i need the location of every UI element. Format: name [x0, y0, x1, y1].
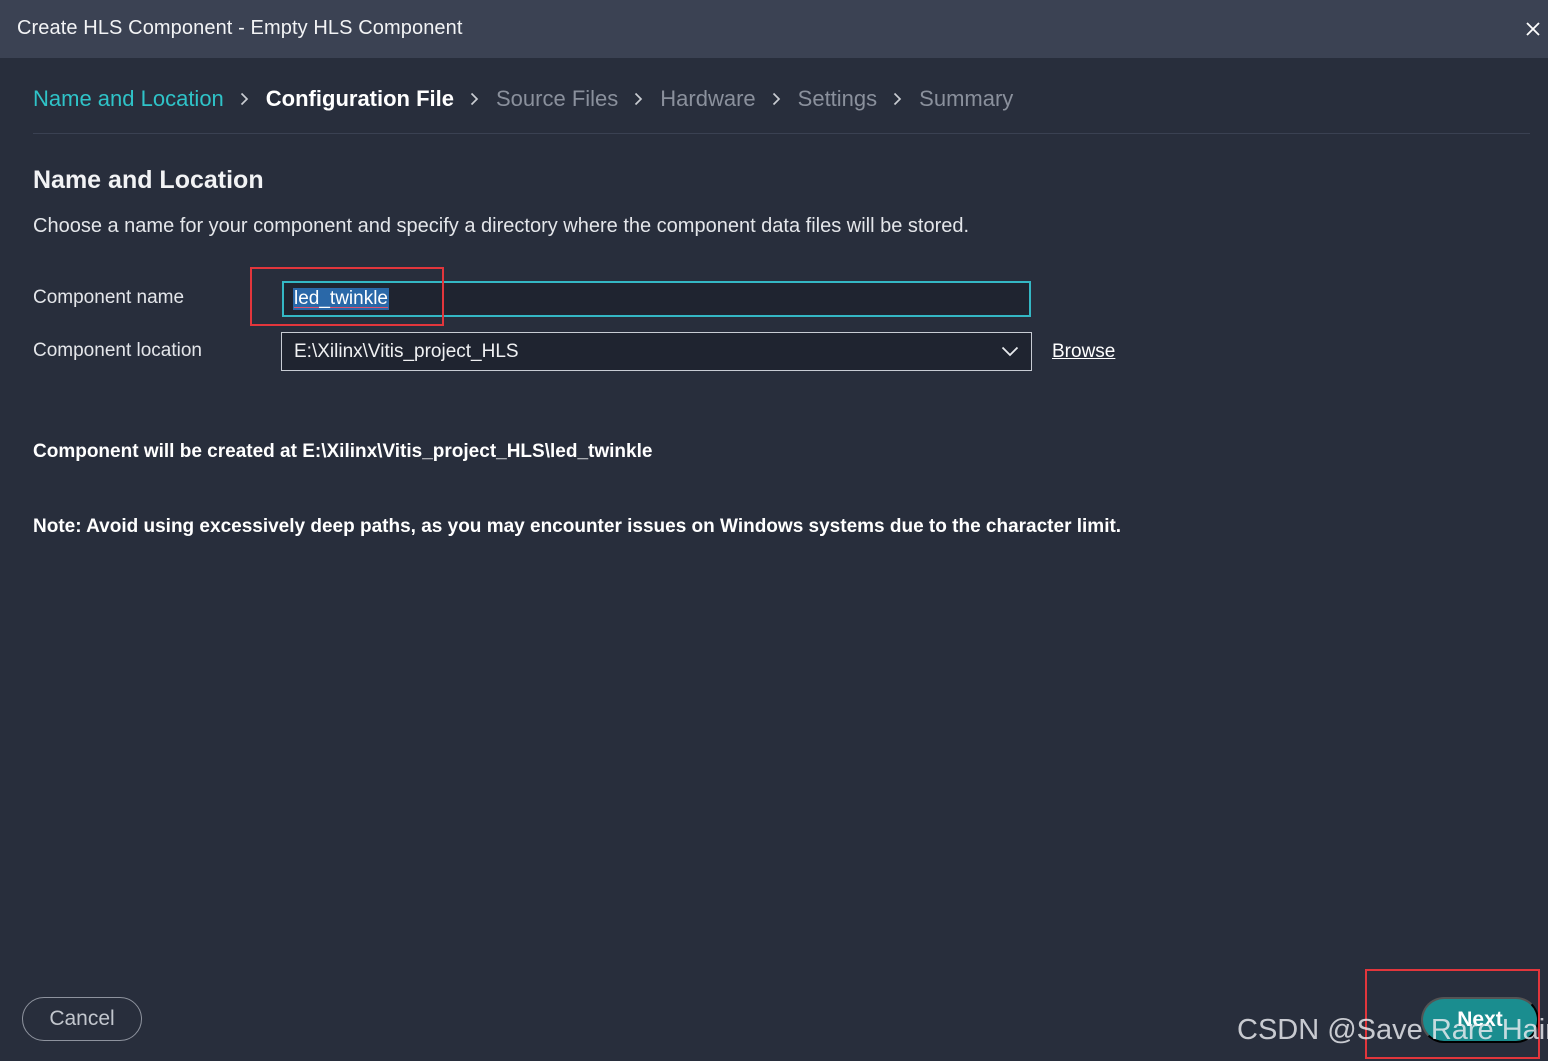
create-hls-component-dialog: Create HLS Component - Empty HLS Compone…	[0, 0, 1548, 1061]
breadcrumb-divider	[33, 133, 1530, 134]
note-text: Avoid using excessively deep paths, as y…	[81, 516, 1122, 537]
chevron-right-icon	[893, 92, 902, 106]
chevron-right-icon	[470, 92, 479, 106]
component-name-value: led_twinkle	[293, 288, 389, 310]
section-description: Choose a name for your component and spe…	[33, 215, 970, 237]
note-label: Note:	[33, 516, 82, 537]
close-icon	[1526, 22, 1540, 36]
step-settings: Settings	[797, 86, 878, 111]
close-button[interactable]	[1518, 14, 1548, 44]
component-name-label: Component name	[33, 287, 185, 308]
browse-link[interactable]: Browse	[1052, 341, 1115, 363]
chevron-down-icon	[1001, 346, 1019, 357]
step-configuration-file: Configuration File	[265, 86, 454, 111]
window-title: Create HLS Component - Empty HLS Compone…	[17, 17, 463, 39]
title-bar: Create HLS Component - Empty HLS Compone…	[0, 0, 1548, 58]
component-location-select[interactable]: E:\Xilinx\Vitis_project_HLS	[281, 332, 1032, 371]
step-source-files: Source Files	[496, 86, 619, 111]
component-location-value: E:\Xilinx\Vitis_project_HLS	[294, 340, 519, 362]
step-summary: Summary	[919, 86, 1014, 111]
cancel-button[interactable]: Cancel	[22, 997, 142, 1041]
step-name-and-location[interactable]: Name and Location	[33, 86, 224, 112]
section-title: Name and Location	[33, 166, 264, 194]
watermark: CSDN @Save Rare Hair	[1237, 1014, 1548, 1046]
chevron-right-icon	[772, 92, 781, 106]
path-length-note: Note: Avoid using excessively deep paths…	[33, 516, 1121, 538]
chevron-right-icon	[240, 92, 249, 106]
created-at-path: Component will be created at E:\Xilinx\V…	[33, 441, 653, 462]
step-hardware: Hardware	[660, 86, 756, 111]
component-name-input[interactable]: led_twinkle	[282, 281, 1031, 317]
component-location-label: Component location	[33, 340, 202, 361]
wizard-breadcrumb: Name and Location Configuration File Sou…	[33, 84, 1013, 114]
chevron-right-icon	[634, 92, 643, 106]
